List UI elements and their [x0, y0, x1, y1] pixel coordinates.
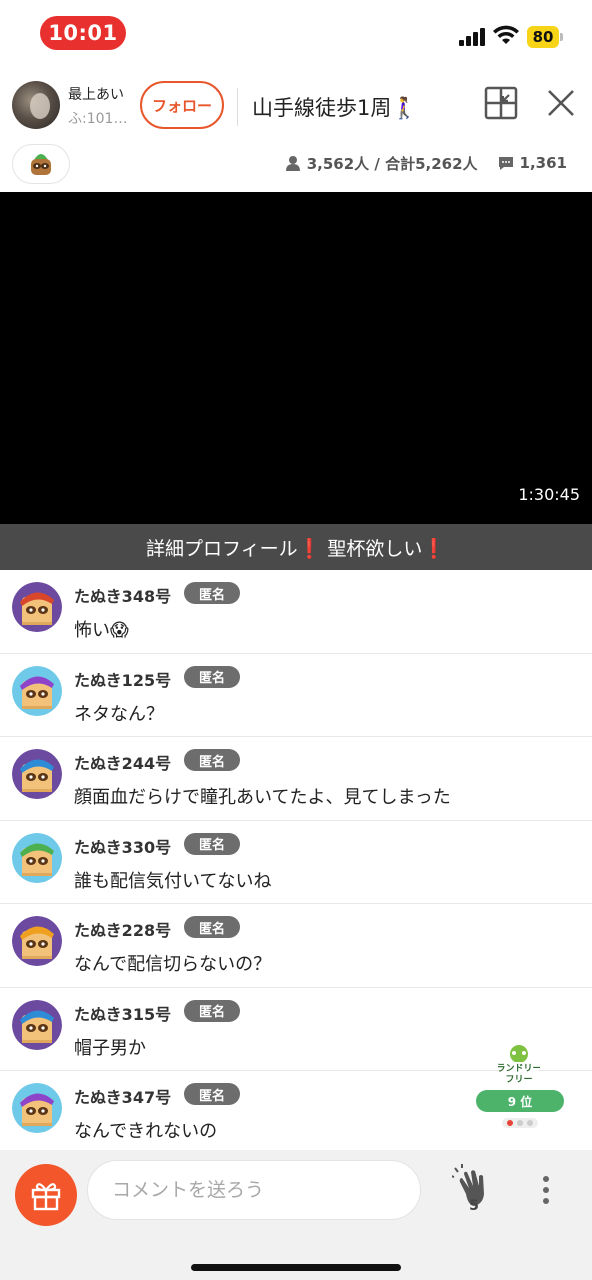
viewer-count: 3,562人 / 合計5,262人 — [306, 154, 478, 173]
streamer-name[interactable]: 最上あい — [68, 84, 124, 104]
anonymous-badge: 匿名 — [184, 1083, 240, 1105]
anonymous-badge: 匿名 — [184, 999, 240, 1022]
gift-icon — [31, 1183, 61, 1211]
gift-button[interactable] — [15, 1164, 77, 1226]
anonymous-badge: 匿名 — [184, 832, 240, 855]
comment-text: 顔面血だらけで瞳孔あいてたよ、見てしまった — [74, 787, 451, 808]
comment-username[interactable]: たぬき315号 — [74, 1001, 171, 1025]
close-icon[interactable] — [546, 88, 576, 118]
comment-item[interactable]: たぬき244号 匿名顔面血だらけで瞳孔あいてたよ、見てしまった — [0, 737, 592, 821]
follow-button[interactable]: フォロー — [140, 81, 224, 129]
viewer-person-icon — [285, 156, 300, 171]
comment-text: なんできれないの — [74, 1121, 218, 1142]
comment-item[interactable]: たぬき228号 匿名なんで配信切らないの？ — [0, 904, 592, 988]
comment-input[interactable] — [87, 1160, 421, 1220]
comment-username[interactable]: たぬき125号 — [74, 667, 171, 691]
comment-username[interactable]: たぬき330号 — [74, 834, 171, 858]
tanuki-avatar-icon[interactable] — [12, 749, 62, 799]
bottom-bar: 5 — [0, 1150, 592, 1280]
battery-icon: 80 — [527, 26, 563, 48]
comment-text: 誰も配信気付いてないね — [74, 870, 272, 892]
rank-logo-line1: ランドリー — [498, 1063, 540, 1074]
laundry-free-logo[interactable]: ランドリー フリー — [498, 1042, 540, 1086]
minimize-pip-icon[interactable] — [484, 86, 518, 120]
comment-username[interactable]: たぬき347号 — [74, 1084, 171, 1108]
comment-username[interactable]: たぬき348号 — [74, 583, 171, 607]
ranking-badge[interactable]: 9 位 — [476, 1090, 564, 1112]
tanuki-icon — [31, 154, 51, 175]
video-player[interactable]: 1:30:45 — [0, 192, 592, 524]
tanuki-avatar-icon[interactable] — [12, 582, 62, 632]
stream-header: 最上あい ふ:101… フォロー 山手線徒歩1周🚶‍♀️ — [0, 70, 592, 144]
profile-banner[interactable]: 詳細プロフィール❗ 聖杯欲しい❗ — [0, 524, 592, 570]
wifi-icon — [493, 25, 519, 44]
streamer-avatar[interactable] — [12, 81, 60, 129]
comment-text: 帽子男か — [74, 1037, 146, 1059]
tanuki-emblem-button[interactable] — [12, 144, 70, 184]
cellular-signal-icon — [459, 28, 487, 46]
clap-count: 5 — [469, 1198, 479, 1214]
comment-item[interactable]: たぬき348号 匿名怖い😱 — [0, 570, 592, 654]
anonymous-badge: 匿名 — [184, 582, 240, 604]
comment-text: なんで配信切らないの？ — [74, 954, 272, 975]
ranking-page-dots — [502, 1118, 538, 1128]
tanuki-avatar-icon[interactable] — [12, 916, 62, 966]
status-bar: 10:01 80 — [0, 0, 592, 66]
header-divider — [237, 88, 238, 126]
tanuki-avatar-icon[interactable] — [12, 999, 62, 1050]
comment-text: 怖い😱 — [74, 620, 129, 641]
home-indicator — [191, 1264, 401, 1271]
tanuki-avatar-icon[interactable] — [12, 1083, 62, 1133]
streamer-subtext: ふ:101… — [68, 111, 128, 127]
anonymous-badge: 匿名 — [184, 749, 240, 771]
anonymous-badge: 匿名 — [184, 665, 240, 688]
comment-item[interactable]: たぬき330号 匿名誰も配信気付いてないね — [0, 821, 592, 904]
tanuki-avatar-icon[interactable] — [12, 832, 62, 883]
more-options-button[interactable] — [532, 1170, 560, 1210]
stream-title: 山手線徒歩1周🚶‍♀️ — [252, 96, 418, 120]
comment-text: ネタなん？ — [74, 703, 164, 725]
rank-logo-line2: フリー — [505, 1074, 532, 1085]
comment-username[interactable]: たぬき228号 — [74, 917, 171, 941]
stream-stats: 3,562人 / 合計5,262人 1,361 — [285, 152, 567, 174]
video-elapsed-time: 1:30:45 — [518, 485, 580, 504]
battery-level: 80 — [527, 26, 559, 48]
status-time: 10:01 — [40, 16, 126, 50]
tanuki-avatar-icon[interactable] — [12, 665, 62, 716]
comment-bubble-icon — [498, 157, 513, 170]
comment-count: 1,361 — [519, 154, 567, 172]
comment-item[interactable]: たぬき125号 匿名 ネタなん？ — [0, 654, 592, 737]
comment-username[interactable]: たぬき244号 — [74, 750, 171, 774]
anonymous-badge: 匿名 — [184, 916, 240, 938]
